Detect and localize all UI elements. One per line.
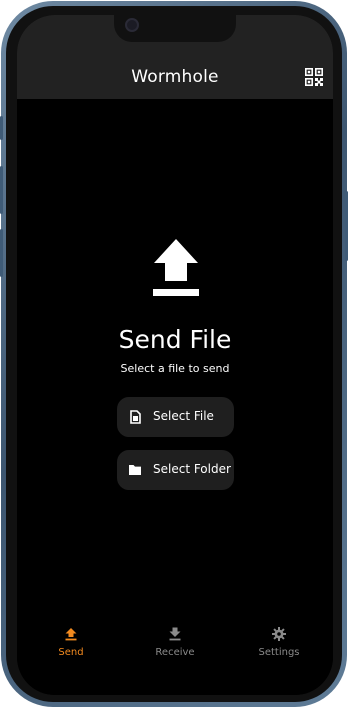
power-button [345,191,348,261]
nav-item-settings[interactable]: Settings [234,627,324,677]
upload-icon [153,239,199,296]
select-file-label: Select File [153,409,214,423]
front-camera [125,18,139,32]
app-screen: Wormhole Send File Select a file to send… [17,15,333,695]
select-folder-label: Select Folder [153,462,231,476]
select-folder-button[interactable]: Select Folder [117,450,234,490]
send-file-subtitle: Select a file to send [120,362,230,375]
volume-up-button [0,166,3,214]
app-title: Wormhole [131,67,219,87]
nav-label-settings: Settings [258,647,300,658]
select-file-button[interactable]: Select File [117,397,234,437]
qr-code-icon[interactable] [305,68,323,86]
download-icon [169,627,181,641]
send-file-title: Send File [118,325,232,354]
nav-item-send[interactable]: Send [26,627,116,677]
mute-switch [0,116,3,140]
volume-down-button [0,229,3,277]
bottom-navigation: Send Receive Settings [17,615,333,695]
folder-icon [129,465,141,475]
file-icon [130,410,141,424]
nav-item-receive[interactable]: Receive [130,627,220,677]
upload-icon [65,628,77,641]
camera-notch [114,15,236,42]
nav-label-receive: Receive [155,647,195,658]
nav-label-send: Send [58,647,84,658]
gear-icon [272,627,286,641]
